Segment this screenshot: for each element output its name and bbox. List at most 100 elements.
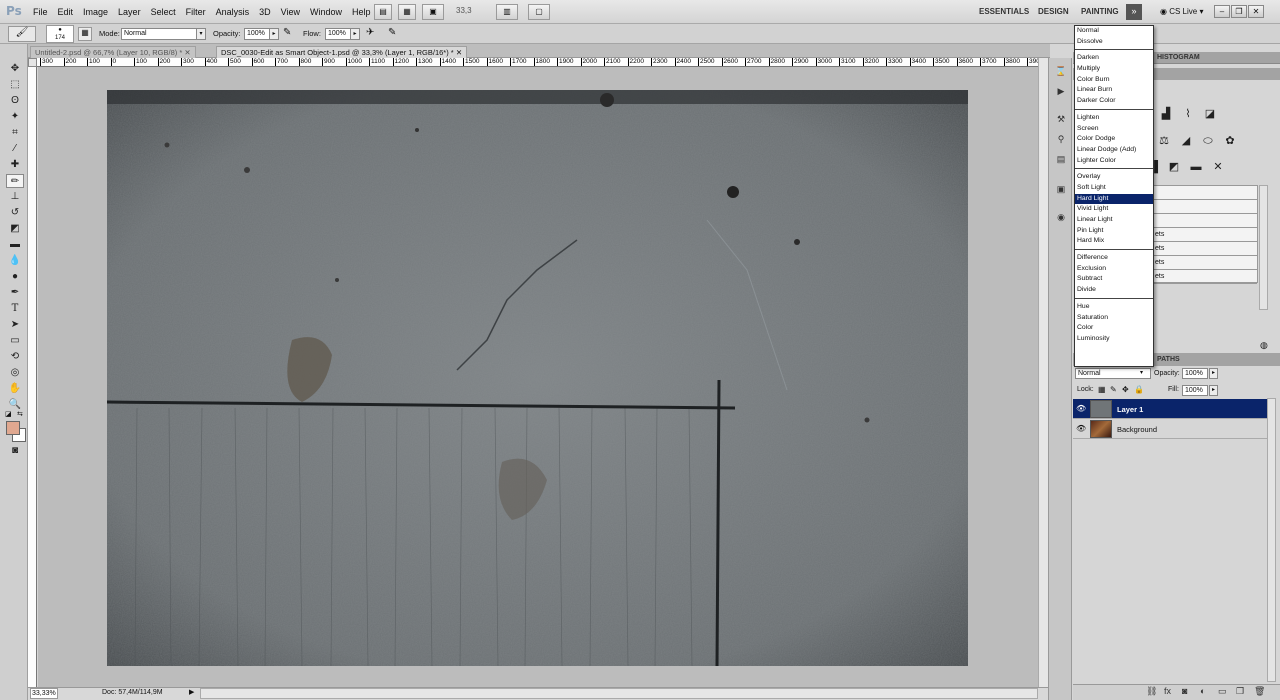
menu-file[interactable]: File [28,0,53,24]
tab-close-icon[interactable]: ✕ [184,48,190,57]
blend-mode-linear-burn[interactable]: Linear Burn [1075,85,1153,96]
history-panel-icon[interactable]: ⌛ [1054,66,1068,78]
blend-mode-lighter-color[interactable]: Lighter Color [1075,156,1153,167]
pen-tool-icon[interactable]: ✒ [6,286,24,300]
menu-3d[interactable]: 3D [254,0,276,24]
tab-close-icon[interactable]: ✕ [456,48,462,57]
blend-mode-soft-light[interactable]: Soft Light [1075,183,1153,194]
curves-icon[interactable]: ⌇ [1180,106,1196,122]
lock-image-icon[interactable]: ✎ [1110,385,1117,394]
visibility-eye-icon[interactable]: 👁 [1076,424,1086,433]
preset-row[interactable]: ets [1151,242,1257,256]
opacity-input[interactable]: 100% [244,28,270,40]
dodge-tool-icon[interactable]: ● [6,270,24,284]
more-workspaces-icon[interactable]: » [1126,4,1142,20]
layer-opacity-slider-icon[interactable]: ▸ [1209,368,1218,379]
menu-select[interactable]: Select [146,0,181,24]
canvas-vertical-scrollbar[interactable] [1038,58,1048,688]
link-layers-icon[interactable]: ⛓ [1146,686,1157,697]
mode-dropdown-icon[interactable]: ▾ [196,28,206,40]
tablet-size-icon[interactable]: ✎ [388,27,396,38]
blend-mode-saturation[interactable]: Saturation [1075,313,1153,324]
posterize-icon[interactable]: ◩ [1166,159,1182,175]
menu-window[interactable]: Window [305,0,347,24]
menu-analysis[interactable]: Analysis [211,0,255,24]
exposure-icon[interactable]: ◪ [1202,106,1218,122]
mini-bridge-icon[interactable]: ▦ [398,4,416,20]
preset-row[interactable] [1151,186,1257,200]
selective-color-icon[interactable]: ✕ [1210,159,1226,175]
quick-selection-tool-icon[interactable]: ✦ [6,110,24,124]
marquee-tool-icon[interactable]: ⬚ [6,78,24,92]
lock-transparent-icon[interactable]: ▦ [1098,385,1106,394]
flow-slider-icon[interactable]: ▸ [350,28,360,40]
move-tool-icon[interactable]: ✥ [6,62,24,76]
brush-tool-preset-icon[interactable]: 🖌 [8,26,36,42]
color-balance-icon[interactable]: ⚖ [1156,133,1172,149]
arrange-documents-icon[interactable]: ▥ [496,4,518,20]
layer-opacity-input[interactable]: 100% [1182,368,1208,379]
workspace-painting[interactable]: PAINTING [1081,7,1119,16]
blend-mode-linear-dodge-add[interactable]: Linear Dodge (Add) [1075,145,1153,156]
launch-bridge-icon[interactable]: ▤ [374,4,392,20]
workspace-design[interactable]: DESIGN [1038,7,1069,16]
history-brush-tool-icon[interactable]: ↺ [6,206,24,220]
airbrush-icon[interactable]: ✈ [366,27,374,38]
tool-presets-icon[interactable]: ▤ [1054,154,1068,166]
photo-filter-icon[interactable]: ⬭ [1200,133,1216,149]
blend-mode-divide[interactable]: Divide [1075,285,1153,296]
blend-mode-linear-light[interactable]: Linear Light [1075,215,1153,226]
actions-panel-icon[interactable]: ▶ [1054,86,1068,98]
mode-select[interactable]: Normal [121,28,206,40]
restore-icon[interactable]: ❐ [1231,5,1247,18]
blend-mode-hard-mix[interactable]: Hard Mix [1075,236,1153,247]
minimize-icon[interactable]: – [1214,5,1230,18]
hand-tool-icon[interactable]: ✋ [6,382,24,396]
lock-all-icon[interactable]: 🔒 [1134,385,1144,394]
fill-input[interactable]: 100% [1182,385,1208,396]
workspace-essentials[interactable]: ESSENTIALS [979,7,1029,16]
channel-mixer-icon[interactable]: ✿ [1222,133,1238,149]
new-adjustment-layer-icon[interactable]: ◐ [1200,686,1205,696]
tab-paths[interactable]: PATHS [1157,356,1180,363]
eraser-tool-icon[interactable]: ◩ [6,222,24,236]
menu-filter[interactable]: Filter [181,0,211,24]
blend-mode-color[interactable]: Color [1075,323,1153,334]
layer-style-icon[interactable]: fx [1164,686,1171,696]
brush-panel-icon[interactable]: ▦ [78,27,92,41]
quick-mask-icon[interactable]: ◙ [6,444,24,458]
blend-mode-vivid-light[interactable]: Vivid Light [1075,204,1153,215]
3d-orbit-tool-icon[interactable]: ◎ [6,366,24,380]
swap-colors-icon[interactable]: ⇆ [17,410,23,418]
close-icon[interactable]: ✕ [1248,5,1264,18]
presets-scrollbar[interactable] [1259,185,1268,310]
delete-layer-icon[interactable]: 🗑 [1254,686,1265,697]
brush-tool-icon[interactable]: ✏ [6,174,24,188]
preset-row[interactable]: ets [1151,228,1257,242]
cs-live-button[interactable]: ◉ CS Live ▾ [1160,7,1203,16]
tab-dsc-0030[interactable]: DSC_0030-Edit as Smart Object-1.psd @ 33… [216,46,468,58]
menu-edit[interactable]: Edit [53,0,79,24]
panel-options-icon[interactable]: ◍ [1260,340,1268,351]
tab-histogram[interactable]: HISTOGRAM [1157,54,1200,61]
healing-brush-tool-icon[interactable]: ✚ [6,158,24,172]
preset-row[interactable] [1151,200,1257,214]
lasso-tool-icon[interactable]: ʘ [6,94,24,108]
status-menu-icon[interactable]: ▶ [189,688,194,696]
type-tool-icon[interactable]: T [6,302,24,316]
menu-view[interactable]: View [276,0,305,24]
layer-name[interactable]: Background [1117,425,1157,434]
layer-row-background[interactable]: 👁 Background [1073,419,1267,439]
gradient-tool-icon[interactable]: ▬ [6,238,24,252]
blend-mode-pin-light[interactable]: Pin Light [1075,226,1153,237]
preset-row[interactable] [1151,214,1257,228]
3d-rotate-tool-icon[interactable]: ⟲ [6,350,24,364]
blend-mode-subtract[interactable]: Subtract [1075,274,1153,285]
rectangle-tool-icon[interactable]: ▭ [6,334,24,348]
brush-size-picker[interactable]: ● 174 [46,25,74,43]
blend-mode-hue[interactable]: Hue [1075,302,1153,313]
eyedropper-tool-icon[interactable]: ⁄ [6,142,24,156]
clone-stamp-tool-icon[interactable]: ⊥ [6,190,24,204]
view-extras-icon[interactable]: ▣ [422,4,444,20]
blend-mode-color-burn[interactable]: Color Burn [1075,75,1153,86]
